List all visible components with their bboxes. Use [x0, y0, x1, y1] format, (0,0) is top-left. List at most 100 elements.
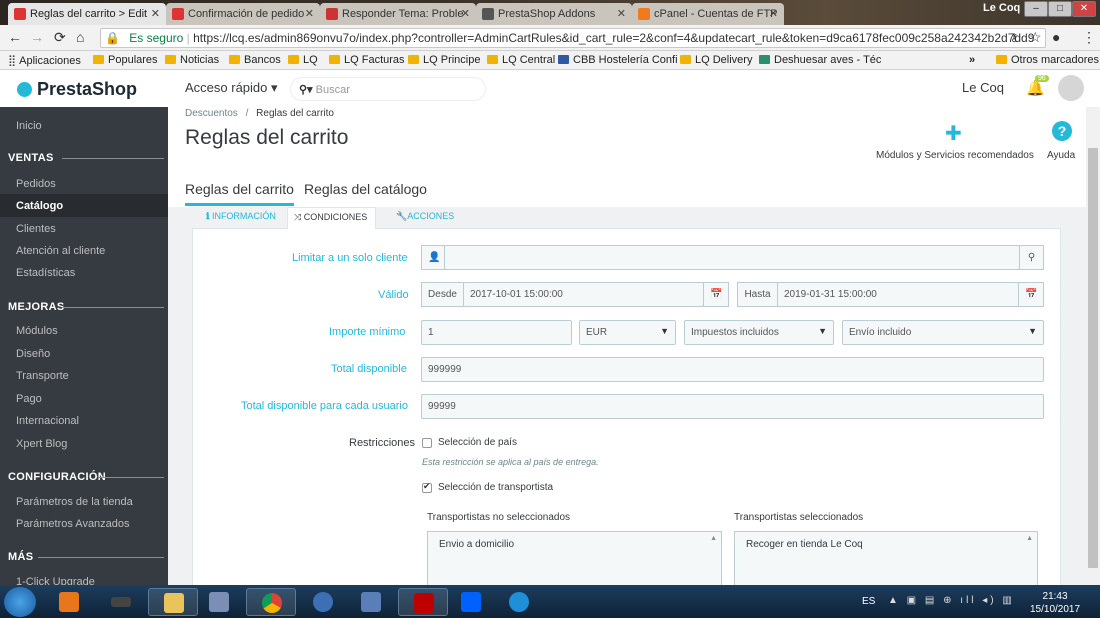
list-item[interactable]: Recoger en tienda Le Coq	[746, 539, 1026, 550]
bookmark-item[interactable]: LQ Principe	[408, 54, 480, 66]
sidebar-item-internacional[interactable]: Internacional	[16, 415, 79, 427]
dropbox-app[interactable]	[446, 588, 496, 616]
calendar-icon[interactable]: 📅	[703, 282, 729, 307]
shipping-select[interactable]: Envío incluido ▼	[842, 320, 1044, 345]
bookmark-item[interactable]: Populares	[93, 54, 158, 66]
calendar-icon[interactable]: 📅	[1018, 282, 1044, 307]
bookmark-item[interactable]: LQ Facturas	[329, 54, 405, 66]
date-to-input[interactable]: 2019-01-31 15:00:00	[777, 282, 1019, 307]
bookmark-other[interactable]: Otros marcadores	[996, 54, 1099, 66]
close-tab-icon[interactable]: ✕	[769, 7, 778, 20]
bookmark-item[interactable]: Noticias	[165, 54, 219, 66]
thunderbird-app[interactable]	[298, 588, 348, 616]
ie-app[interactable]	[494, 588, 544, 616]
sidebar-item-parametros-avanzados[interactable]: Parámetros Avanzados	[16, 518, 130, 530]
recommended-modules-button[interactable]: Módulos y Servicios recomendados	[876, 150, 1034, 161]
puzzle-icon[interactable]: ✚	[945, 121, 962, 146]
min-amount-input[interactable]: 1	[421, 320, 572, 345]
minimize-window-icon[interactable]: –	[1024, 1, 1048, 17]
close-tab-icon[interactable]: ✕	[305, 7, 314, 20]
sidebar-item-modulos[interactable]: Módulos	[16, 325, 58, 337]
selected-carriers-list[interactable]: Recoger en tienda Le Coq ▲	[734, 531, 1038, 587]
sidebar-item-xpert-blog[interactable]: Xpert Blog	[16, 438, 67, 450]
keyboard-language[interactable]: ES	[862, 596, 875, 607]
close-tab-icon[interactable]: ✕	[617, 7, 626, 20]
browser-tab[interactable]: Confirmación de pedido ✕	[166, 3, 320, 25]
sidebar-item-parametros-tienda[interactable]: Parámetros de la tienda	[16, 496, 133, 508]
bookmark-apps[interactable]: ⣿ Aplicaciones	[8, 54, 81, 67]
scroll-up-icon[interactable]: ▲	[1026, 535, 1033, 542]
system-tray-icons[interactable]: ▲ ▣ ▤ ⊕ ıll ◂) ▥	[888, 595, 1015, 606]
help-icon[interactable]: ?	[1052, 121, 1072, 141]
bookmark-item[interactable]: LQ Central	[487, 54, 555, 66]
unselected-carriers-list[interactable]: Envio a domicilio ▲	[427, 531, 722, 587]
browser-tab[interactable]: PrestaShop Addons ✕	[476, 3, 632, 25]
chrome-app[interactable]	[246, 588, 296, 616]
bookmark-item[interactable]: Bancos	[229, 54, 281, 66]
filezilla-app[interactable]	[398, 588, 448, 616]
scroll-up-icon[interactable]: ▲	[710, 535, 717, 542]
currency-select[interactable]: EUR ▼	[579, 320, 676, 345]
sidebar-item-catalogo[interactable]: Catálogo	[16, 200, 63, 212]
breadcrumb-parent[interactable]: Descuentos	[185, 108, 238, 119]
search-input[interactable]: Buscar	[316, 84, 350, 96]
system-clock[interactable]: 21:43 15/10/2017	[1030, 590, 1080, 616]
browser-profile-name[interactable]: Le Coq	[983, 2, 1020, 14]
scrollbar-thumb[interactable]	[1088, 148, 1098, 568]
tab-informacion[interactable]: ℹ INFORMACIÓN	[206, 207, 288, 229]
tab-reglas-catalogo[interactable]: Reglas del catálogo	[304, 181, 427, 203]
sidebar-item-estadisticas[interactable]: Estadísticas	[16, 267, 75, 279]
close-window-icon[interactable]: ✕	[1072, 1, 1096, 17]
bookmark-item[interactable]: Deshuesar aves - Téc	[759, 54, 881, 66]
device-app[interactable]	[96, 588, 146, 616]
key-icon[interactable]: ⚷	[1010, 31, 1018, 44]
bookmark-item[interactable]: CBB Hostelería Confi	[558, 54, 678, 66]
sidebar-item-inicio[interactable]: Inicio	[16, 120, 42, 132]
total-available-input[interactable]: 999999	[421, 357, 1044, 382]
back-icon[interactable]: ←	[8, 29, 22, 45]
forward-icon[interactable]: →	[30, 29, 44, 45]
sidebar-item-diseno[interactable]: Diseño	[16, 348, 50, 360]
date-from-input[interactable]: 2017-10-01 15:00:00	[463, 282, 704, 307]
help-button[interactable]: Ayuda	[1047, 150, 1075, 161]
file-explorer-app[interactable]	[148, 588, 198, 616]
maximize-window-icon[interactable]: □	[1048, 1, 1072, 17]
sidebar-item-clientes[interactable]: Clientes	[16, 223, 56, 235]
bookmark-star-icon[interactable]: ☆	[1029, 29, 1042, 46]
country-restriction-checkbox[interactable]	[422, 438, 432, 448]
employee-avatar[interactable]	[1058, 75, 1084, 101]
url-bar[interactable]: 🔒 Es seguro | https://lcq.es/admin869onv…	[100, 28, 1046, 48]
tax-select[interactable]: Impuestos incluidos ▼	[684, 320, 834, 345]
browser-tab[interactable]: Responder Tema: Proble ✕	[320, 3, 476, 25]
sidebar-item-pedidos[interactable]: Pedidos	[16, 178, 56, 190]
extension-icon[interactable]: ●	[1052, 29, 1060, 45]
tab-condiciones[interactable]: ⤨ CONDICIONES	[287, 207, 376, 229]
shop-name-link[interactable]: Le Coq	[962, 80, 1004, 95]
home-icon[interactable]: ⌂	[76, 29, 84, 45]
more-bookmarks-icon[interactable]: »	[969, 54, 975, 66]
bookmark-item[interactable]: LQ	[288, 54, 318, 66]
tab-reglas-carrito[interactable]: Reglas del carrito	[185, 181, 294, 206]
menu-icon[interactable]: ⋮	[1082, 29, 1096, 46]
sidebar-item-atencion[interactable]: Atención al cliente	[16, 245, 105, 257]
browser-tab[interactable]: cPanel - Cuentas de FTP ✕	[632, 3, 784, 25]
close-tab-icon[interactable]: ✕	[151, 7, 160, 20]
reload-icon[interactable]: ⟳	[54, 29, 66, 46]
per-user-input[interactable]: 99999	[421, 394, 1044, 419]
quick-access-dropdown[interactable]: Acceso rápido ▾	[185, 80, 278, 96]
prestashop-logo[interactable]: PrestaShop	[17, 79, 137, 100]
list-item[interactable]: Envio a domicilio	[439, 539, 710, 550]
tab-acciones[interactable]: 🔧ACCIONES	[396, 207, 466, 229]
sidebar-item-transporte[interactable]: Transporte	[16, 370, 69, 382]
carrier-restriction-checkbox[interactable]	[422, 481, 432, 493]
browser-tab-active[interactable]: Reglas del carrito > Edit ✕	[8, 3, 166, 25]
bookmark-item[interactable]: LQ Delivery	[680, 54, 752, 66]
customer-search-input[interactable]	[444, 245, 1020, 270]
installer-app[interactable]	[346, 588, 396, 616]
windows-start-icon[interactable]	[4, 587, 36, 617]
sidebar-item-pago[interactable]: Pago	[16, 393, 42, 405]
search-icon[interactable]: ⚲	[1019, 245, 1044, 270]
search-box[interactable]: ⚲▾ Buscar	[290, 77, 486, 101]
media-player-app[interactable]	[44, 588, 94, 616]
close-tab-icon[interactable]: ✕	[461, 7, 470, 20]
